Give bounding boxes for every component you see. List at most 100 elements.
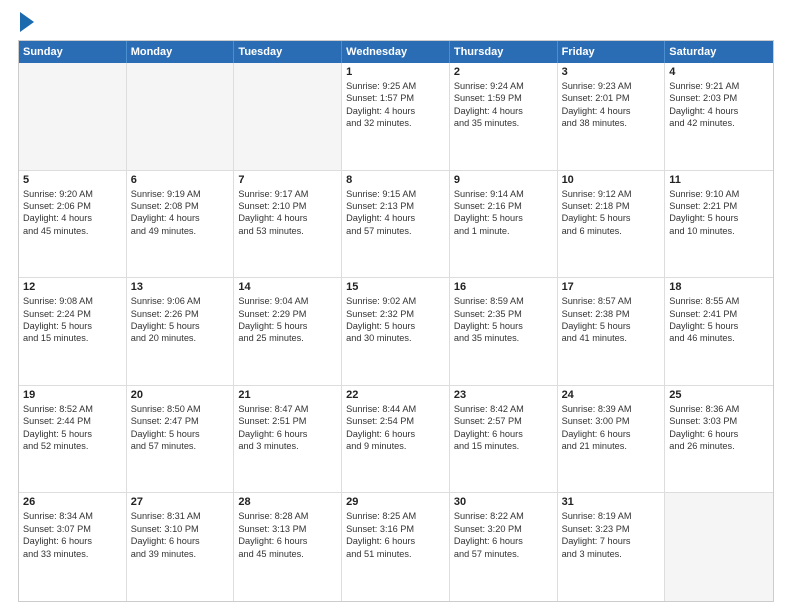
day-number: 24 — [562, 389, 661, 401]
cell-line: Sunset: 1:59 PM — [454, 92, 553, 104]
cell-line: Sunrise: 8:28 AM — [238, 510, 337, 522]
day-number: 19 — [23, 389, 122, 401]
calendar-cell: 13 Sunrise: 9:06 AMSunset: 2:26 PMDayligh… — [127, 278, 235, 385]
calendar-cell: 8Sunrise: 9:15 AMSunset: 2:13 PMDaylight… — [342, 171, 450, 278]
cell-line: Daylight: 4 hours — [669, 105, 769, 117]
cell-line: Sunrise: 8:34 AM — [23, 510, 122, 522]
cell-line: Sunset: 2:51 PM — [238, 415, 337, 427]
cell-line: Sunset: 2:57 PM — [454, 415, 553, 427]
cell-line: Sunrise: 8:57 AM — [562, 295, 661, 307]
cell-line: and 51 minutes. — [346, 548, 445, 560]
cell-text: Sunrise: 8:50 AMSunset: 2:47 PMDaylight:… — [131, 403, 230, 453]
cell-line: and 42 minutes. — [669, 117, 769, 129]
cell-text: Sunrise: 8:36 AMSunset: 3:03 PMDaylight:… — [669, 403, 769, 453]
cell-line: and 45 minutes. — [238, 548, 337, 560]
day-number: 2 — [454, 66, 553, 78]
cell-line: Sunrise: 9:06 AM — [131, 295, 230, 307]
cell-line: Sunset: 2:54 PM — [346, 415, 445, 427]
cell-line: and 26 minutes. — [669, 440, 769, 452]
cell-text: Sunrise: 8:52 AMSunset: 2:44 PMDaylight:… — [23, 403, 122, 453]
cell-line: and 32 minutes. — [346, 117, 445, 129]
cell-line: Sunset: 2:21 PM — [669, 200, 769, 212]
day-number: 8 — [346, 174, 445, 186]
calendar-header-cell: Monday — [127, 41, 235, 63]
cell-text: Sunrise: 9:06 AMSunset: 2:26 PMDaylight:… — [131, 295, 230, 345]
cell-line: and 30 minutes. — [346, 332, 445, 344]
cell-line: Sunset: 2:16 PM — [454, 200, 553, 212]
cell-line: Sunset: 2:01 PM — [562, 92, 661, 104]
cell-text: Sunrise: 9:02 AMSunset: 2:32 PMDaylight:… — [346, 295, 445, 345]
calendar-cell: 27Sunrise: 8:31 AMSunset: 3:10 PMDayligh… — [127, 493, 235, 601]
cell-line: Sunrise: 9:19 AM — [131, 188, 230, 200]
calendar-cell: 14Sunrise: 9:04 AMSunset: 2:29 PMDayligh… — [234, 278, 342, 385]
cell-line: Daylight: 5 hours — [23, 320, 122, 332]
cell-line: and 45 minutes. — [23, 225, 122, 237]
cell-line: Sunset: 3:03 PM — [669, 415, 769, 427]
cell-line: and 35 minutes. — [454, 332, 553, 344]
cell-line: Daylight: 6 hours — [238, 535, 337, 547]
calendar-cell: 10Sunrise: 9:12 AMSunset: 2:18 PMDayligh… — [558, 171, 666, 278]
day-number: 15 — [346, 281, 445, 293]
cell-line: Daylight: 4 hours — [346, 105, 445, 117]
calendar-cell: 22Sunrise: 8:44 AMSunset: 2:54 PMDayligh… — [342, 386, 450, 493]
cell-line: Sunset: 2:35 PM — [454, 308, 553, 320]
cell-line: Sunrise: 9:15 AM — [346, 188, 445, 200]
cell-line: Sunset: 2:38 PM — [562, 308, 661, 320]
cell-line: Sunset: 3:16 PM — [346, 523, 445, 535]
calendar-cell: 21Sunrise: 8:47 AMSunset: 2:51 PMDayligh… — [234, 386, 342, 493]
day-number: 30 — [454, 496, 553, 508]
cell-line: Daylight: 6 hours — [454, 535, 553, 547]
cell-line: Sunset: 2:44 PM — [23, 415, 122, 427]
cell-line: Sunrise: 8:42 AM — [454, 403, 553, 415]
day-number: 22 — [346, 389, 445, 401]
cell-line: Sunset: 2:18 PM — [562, 200, 661, 212]
cell-line: Daylight: 5 hours — [238, 320, 337, 332]
cell-line: Daylight: 5 hours — [454, 212, 553, 224]
cell-line: and 25 minutes. — [238, 332, 337, 344]
cell-text: Sunrise: 9:23 AMSunset: 2:01 PMDaylight:… — [562, 80, 661, 130]
cell-line: Sunrise: 8:25 AM — [346, 510, 445, 522]
calendar-header-cell: Thursday — [450, 41, 558, 63]
day-number: 16 — [454, 281, 553, 293]
calendar-cell: 1Sunrise: 9:25 AMSunset: 1:57 PMDaylight… — [342, 63, 450, 170]
cell-line: Sunset: 2:03 PM — [669, 92, 769, 104]
cell-line: and 15 minutes. — [454, 440, 553, 452]
cell-line: Daylight: 4 hours — [454, 105, 553, 117]
calendar-cell: 16 Sunrise: 8:59 AMSunset: 2:35 PMDayligh… — [450, 278, 558, 385]
cell-line: Sunrise: 8:19 AM — [562, 510, 661, 522]
cell-text: Sunrise: 8:31 AMSunset: 3:10 PMDaylight:… — [131, 510, 230, 560]
cell-line: Sunset: 2:29 PM — [238, 308, 337, 320]
cell-text: Sunrise: 8:59 AMSunset: 2:35 PMDaylight:… — [454, 295, 553, 345]
day-number: 12 — [23, 281, 122, 293]
cell-line: Daylight: 6 hours — [23, 535, 122, 547]
calendar-body: 1Sunrise: 9:25 AMSunset: 1:57 PMDaylight… — [19, 63, 773, 601]
cell-line: Sunset: 3:00 PM — [562, 415, 661, 427]
day-number: 23 — [454, 389, 553, 401]
calendar-cell — [665, 493, 773, 601]
day-number: 1 — [346, 66, 445, 78]
cell-text: Sunrise: 9:04 AMSunset: 2:29 PMDaylight:… — [238, 295, 337, 345]
cell-line: and 57 minutes. — [346, 225, 445, 237]
cell-text: Sunrise: 9:20 AMSunset: 2:06 PMDaylight:… — [23, 188, 122, 238]
cell-text: Sunrise: 9:10 AMSunset: 2:21 PMDaylight:… — [669, 188, 769, 238]
cell-line: and 53 minutes. — [238, 225, 337, 237]
cell-line: Daylight: 6 hours — [669, 428, 769, 440]
calendar-cell: 26Sunrise: 8:34 AMSunset: 3:07 PMDayligh… — [19, 493, 127, 601]
day-number: 3 — [562, 66, 661, 78]
cell-line: Sunrise: 9:02 AM — [346, 295, 445, 307]
calendar-row: 5Sunrise: 9:20 AMSunset: 2:06 PMDaylight… — [19, 171, 773, 279]
cell-line: Sunrise: 9:20 AM — [23, 188, 122, 200]
cell-line: Sunset: 3:07 PM — [23, 523, 122, 535]
calendar-cell: 24Sunrise: 8:39 AMSunset: 3:00 PMDayligh… — [558, 386, 666, 493]
cell-line: Daylight: 5 hours — [23, 428, 122, 440]
cell-line: Daylight: 7 hours — [562, 535, 661, 547]
calendar-cell: 2Sunrise: 9:24 AMSunset: 1:59 PMDaylight… — [450, 63, 558, 170]
cell-text: Sunrise: 8:28 AMSunset: 3:13 PMDaylight:… — [238, 510, 337, 560]
cell-line: Sunrise: 9:17 AM — [238, 188, 337, 200]
day-number: 28 — [238, 496, 337, 508]
cell-line: Daylight: 4 hours — [131, 212, 230, 224]
calendar-row: 26Sunrise: 8:34 AMSunset: 3:07 PMDayligh… — [19, 493, 773, 601]
cell-line: Sunset: 2:24 PM — [23, 308, 122, 320]
day-number: 9 — [454, 174, 553, 186]
day-number: 13 — [131, 281, 230, 293]
